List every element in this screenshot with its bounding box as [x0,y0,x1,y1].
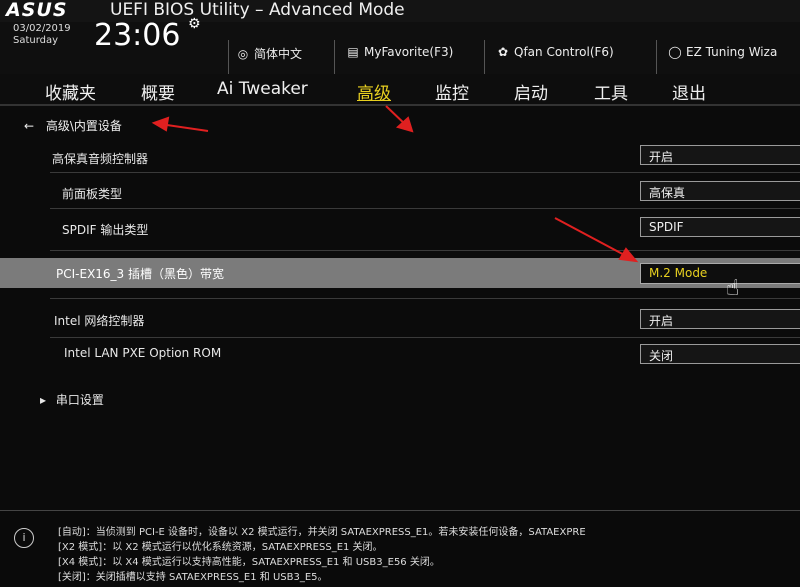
annotation-arrowhead [618,247,639,263]
annotation-arrow [554,217,631,259]
annotation-arrowhead [151,116,170,132]
annotation-arrows [151,105,639,263]
